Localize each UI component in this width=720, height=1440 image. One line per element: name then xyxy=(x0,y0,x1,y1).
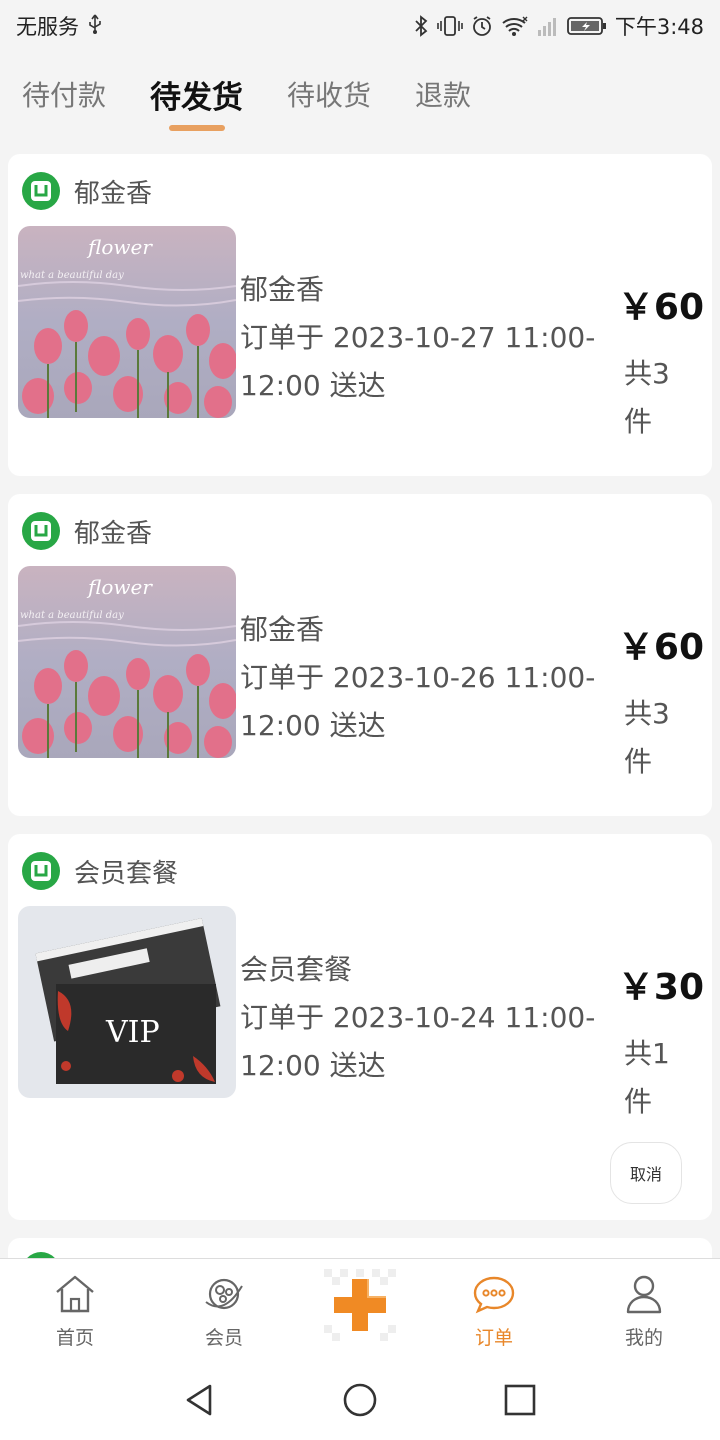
order-quantity: 共1件 xyxy=(624,1037,670,1118)
cancel-order-button[interactable]: 取消 xyxy=(610,1142,682,1204)
status-bar: 无服务 下午3:48 xyxy=(0,0,720,52)
store-logo-icon xyxy=(22,172,60,210)
bluetooth-icon xyxy=(413,15,429,37)
order-status-tabs: 待付款 待发货 待收货 退款 xyxy=(0,60,720,135)
alarm-icon xyxy=(471,15,493,37)
product-name: 郁金香 xyxy=(240,613,325,646)
order-card[interactable]: 郁金香 flower what a beautiful day 郁金香 订单于 … xyxy=(8,494,712,816)
order-delivery-text: 订单于 2023-10-27 11:00-12:00 送达 xyxy=(240,321,596,402)
image-caption: flower xyxy=(86,575,153,599)
tab-pending-receipt[interactable]: 待收货 xyxy=(287,60,371,135)
order-price: ￥60 xyxy=(617,627,704,668)
order-price: ￥30 xyxy=(617,967,704,1008)
recent-apps-icon[interactable] xyxy=(502,1382,538,1418)
order-delivery-text: 订单于 2023-10-24 11:00-12:00 送达 xyxy=(240,1001,596,1082)
battery-icon xyxy=(566,15,607,37)
product-info: 郁金香 订单于 2023-10-26 11:00-12:00 送达 xyxy=(240,606,620,750)
usb-icon xyxy=(87,13,103,40)
signal-icon xyxy=(537,15,559,37)
product-thumbnail[interactable]: flower what a beautiful day xyxy=(18,566,236,758)
image-caption: flower xyxy=(86,235,153,259)
order-delivery-text: 订单于 2023-10-26 11:00-12:00 送达 xyxy=(240,661,596,742)
nav-item-home[interactable]: 首页 xyxy=(25,1271,125,1350)
nav-item-member[interactable]: 会员 xyxy=(174,1271,274,1350)
store-logo-icon xyxy=(22,512,60,550)
product-name: 会员套餐 xyxy=(240,953,353,986)
store-row: 郁金香 xyxy=(22,512,152,550)
system-navigation-bar xyxy=(0,1358,720,1440)
store-name: 郁金香 xyxy=(74,518,153,549)
back-icon[interactable] xyxy=(182,1382,218,1418)
home-circle-icon[interactable] xyxy=(342,1382,378,1418)
product-thumbnail[interactable]: VIP xyxy=(18,906,236,1098)
store-row: 郁金香 xyxy=(22,172,152,210)
order-card[interactable]: 会员套餐 VIP 会员套餐 订单于 2023-10-24 11:00-12:00… xyxy=(8,834,712,1220)
nav-label: 会员 xyxy=(204,1327,243,1349)
product-info: 郁金香 订单于 2023-10-27 11:00-12:00 送达 xyxy=(240,266,620,410)
user-icon xyxy=(594,1271,694,1317)
store-name: 会员套餐 xyxy=(74,858,179,889)
nav-label: 我的 xyxy=(624,1327,663,1349)
nav-label: 首页 xyxy=(55,1327,94,1349)
product-info: 会员套餐 订单于 2023-10-24 11:00-12:00 送达 xyxy=(240,946,620,1090)
image-subcaption: what a beautiful day xyxy=(20,610,124,621)
nav-item-orders[interactable]: 订单 xyxy=(444,1271,544,1350)
home-icon xyxy=(25,1271,125,1317)
product-name: 郁金香 xyxy=(240,273,325,306)
member-icon xyxy=(174,1271,274,1317)
order-quantity: 共3件 xyxy=(624,357,670,438)
nav-label: 订单 xyxy=(474,1327,513,1349)
product-thumbnail[interactable]: flower what a beautiful day xyxy=(18,226,236,418)
tab-refund[interactable]: 退款 xyxy=(415,60,471,135)
store-row: 会员套餐 xyxy=(22,852,178,890)
order-chat-icon xyxy=(444,1271,544,1317)
status-left: 无服务 xyxy=(16,11,103,41)
vibrate-icon xyxy=(437,15,463,37)
bottom-navigation: 首页 会员 订单 我的 xyxy=(0,1258,720,1358)
status-right: 下午3:48 xyxy=(413,11,704,41)
nav-item-profile[interactable]: 我的 xyxy=(594,1271,694,1350)
plus-icon[interactable] xyxy=(324,1269,396,1341)
carrier-label: 无服务 xyxy=(16,15,79,39)
order-card[interactable]: 郁金香 flower what a beautiful day 郁金香 订单于 … xyxy=(8,154,712,476)
order-quantity: 共3件 xyxy=(624,697,670,778)
store-name: 郁金香 xyxy=(74,178,153,209)
tab-pending-payment[interactable]: 待付款 xyxy=(22,60,106,135)
order-price: ￥60 xyxy=(617,287,704,328)
image-subcaption: what a beautiful day xyxy=(20,270,124,281)
vip-card-text: VIP xyxy=(105,1015,160,1050)
wifi-icon xyxy=(501,15,529,37)
clock-time: 下午3:48 xyxy=(614,15,704,39)
store-logo-icon xyxy=(22,852,60,890)
tab-pending-shipment[interactable]: 待发货 xyxy=(150,60,243,135)
